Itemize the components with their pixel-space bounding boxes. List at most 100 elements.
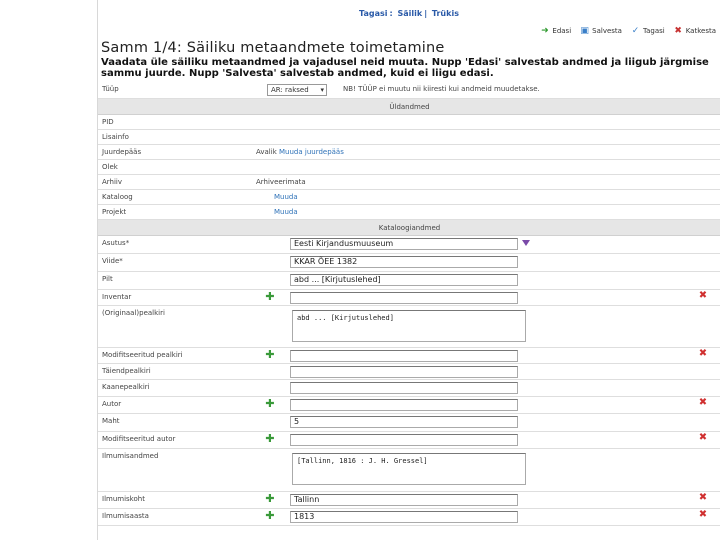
delete-icon[interactable]: ✖ (698, 398, 708, 408)
next-label: Edasi (552, 27, 572, 35)
field-row-viide: Viide* KKAR ÕEE 1382 (98, 254, 720, 272)
autor-input[interactable] (290, 399, 518, 411)
page: Tagasi: Säilik | Trükis ➜ Edasi ▣ Salvest… (97, 0, 720, 540)
section-catalog: Kataloogiandmed (98, 220, 720, 236)
field-label: Pilt (102, 275, 113, 283)
add-icon[interactable]: ✚ (265, 510, 275, 521)
arrow-right-icon: ➜ (541, 25, 549, 36)
general-row: Projekt Muuda (98, 205, 720, 220)
general-label: Arhiiv (102, 178, 123, 186)
field-label: Maht (102, 417, 120, 425)
add-icon[interactable]: ✚ (265, 493, 275, 504)
field-label: (Originaal)pealkiri (102, 309, 165, 317)
toolbar: ➜ Edasi ▣ Salvesta ✓ Tagasi ✖ Katkesta (539, 24, 716, 38)
check-icon: ✓ (631, 25, 640, 36)
field-row-kaanepealkiri: Kaanepealkiri (98, 380, 720, 397)
doctype-selected: AR: raksed (271, 86, 309, 94)
back-label: Tagasi (642, 27, 665, 35)
add-icon[interactable]: ✚ (265, 291, 275, 302)
kaanepealkiri-input[interactable] (290, 382, 518, 394)
general-label: PID (102, 118, 114, 126)
field-label: Autor (102, 400, 122, 408)
general-row: Juurdepääs Avalik Muuda juurdepääs (98, 145, 720, 160)
close-icon: ✖ (674, 25, 682, 36)
general-label: Kataloog (102, 193, 133, 201)
catalog-change-link[interactable]: Muuda (274, 193, 298, 201)
general-row: Lisainfo (98, 130, 720, 145)
field-label: Viide* (102, 257, 123, 265)
field-label: Ilmumisandmed (102, 452, 159, 460)
field-row-pilt: Pilt abd ... [Kirjutuslehed] (98, 272, 720, 290)
chevron-down-icon: ▾ (320, 86, 324, 94)
field-label: Ilmumisaasta (102, 512, 149, 520)
save-button[interactable]: ▣ Salvesta (579, 25, 622, 36)
general-label: Juurdepääs (102, 148, 142, 156)
access-value: Avalik (256, 148, 277, 156)
cancel-button[interactable]: ✖ Katkesta (673, 25, 716, 36)
add-icon[interactable]: ✚ (265, 398, 275, 409)
general-label: Olek (102, 163, 118, 171)
field-row-ilmumisandmed: Ilmumisandmed [Tallinn, 1816 : J. H. Gre… (98, 449, 720, 492)
access-change-link[interactable]: Muuda juurdepääs (279, 148, 344, 156)
field-row-mod-pealkiri: Modifitseeritud pealkiri ✚ ✖ (98, 348, 720, 364)
breadcrumb-item-back[interactable]: Tagasi (359, 9, 387, 18)
pilt-input[interactable]: abd ... [Kirjutuslehed] (290, 274, 518, 286)
intro-text: Vaadata üle säiliku metaandmed ja vajadu… (101, 57, 709, 79)
taiendpealkiri-input[interactable] (290, 366, 518, 378)
field-row-taiendpealkiri: Täiendpealkiri (98, 364, 720, 380)
field-label: Ilmumiskoht (102, 495, 145, 503)
field-label: Inventar (102, 293, 132, 301)
asutus-input[interactable]: Eesti Kirjandusmuuseum (290, 238, 518, 250)
delete-icon[interactable]: ✖ (698, 433, 708, 443)
doctype-label: Tüüp (102, 85, 119, 93)
archive-value: Arhiveerimata (256, 178, 306, 186)
next-button[interactable]: ➜ Edasi (539, 25, 572, 36)
mod-autor-input[interactable] (290, 434, 518, 446)
general-row: PID (98, 115, 720, 130)
doctype-select[interactable]: AR: raksed ▾ (267, 84, 327, 96)
field-label: Modifitseeritud autor (102, 435, 176, 443)
field-row-inventar: Inventar ✚ ✖ (98, 290, 720, 306)
field-row-ilmumisaasta: Ilmumisaasta ✚ 1813 ✖ (98, 509, 720, 526)
field-row-ilmumiskoht: Ilmumiskoht ✚ Tallinn ✖ (98, 492, 720, 509)
delete-icon[interactable]: ✖ (698, 291, 708, 301)
field-row-mod-autor: Modifitseeritud autor ✚ ✖ (98, 432, 720, 449)
general-row: Olek (98, 160, 720, 175)
inventar-input[interactable] (290, 292, 518, 304)
maht-input[interactable]: 5 (290, 416, 518, 428)
back-button[interactable]: ✓ Tagasi (630, 25, 665, 36)
chevron-down-icon[interactable] (522, 240, 530, 246)
project-change-link[interactable]: Muuda (274, 208, 298, 216)
general-label: Lisainfo (102, 133, 129, 141)
form: Tüüp AR: raksed ▾ NB! TÜÜP ei muutu nii … (98, 82, 720, 526)
ilmumisandmed-textarea[interactable]: [Tallinn, 1816 : J. H. Gressel] (292, 453, 526, 485)
delete-icon[interactable]: ✖ (698, 349, 708, 359)
add-icon[interactable]: ✚ (265, 349, 275, 360)
delete-icon[interactable]: ✖ (698, 493, 708, 503)
cancel-label: Katkesta (685, 27, 716, 35)
doctype-note: NB! TÜÜP ei muutu nii kiiresti kui andme… (343, 85, 540, 93)
general-label: Projekt (102, 208, 127, 216)
field-row-maht: Maht 5 (98, 414, 720, 432)
field-label: Täiendpealkiri (102, 367, 151, 375)
field-label: Kaanepealkiri (102, 383, 150, 391)
ilmumisaasta-input[interactable]: 1813 (290, 511, 518, 523)
mod-pealkiri-input[interactable] (290, 350, 518, 362)
field-row-asutus: Asutus* Eesti Kirjandusmuuseum (98, 236, 720, 254)
section-general: Üldandmed (98, 99, 720, 115)
pealkiri-textarea[interactable]: abd ... [Kirjutuslehed] (292, 310, 526, 342)
delete-icon[interactable]: ✖ (698, 510, 708, 520)
field-label: Modifitseeritud pealkiri (102, 351, 183, 359)
viide-input[interactable]: KKAR ÕEE 1382 (290, 256, 518, 268)
general-value: Avalik Muuda juurdepääs (256, 148, 344, 156)
page-title: Samm 1/4: Säiliku metaandmete toimetamin… (101, 40, 445, 56)
breadcrumb-item-trukis[interactable]: Trükis (432, 9, 459, 18)
save-icon: ▣ (580, 25, 589, 36)
general-row: Kataloog Muuda (98, 190, 720, 205)
breadcrumb-item-sailik[interactable]: Säilik (397, 9, 422, 18)
field-row-autor: Autor ✚ ✖ (98, 397, 720, 414)
ilmumiskoht-input[interactable]: Tallinn (290, 494, 518, 506)
field-row-pealkiri: (Originaal)pealkiri abd ... [Kirjutusleh… (98, 306, 720, 348)
save-label: Salvesta (592, 27, 622, 35)
add-icon[interactable]: ✚ (265, 433, 275, 444)
